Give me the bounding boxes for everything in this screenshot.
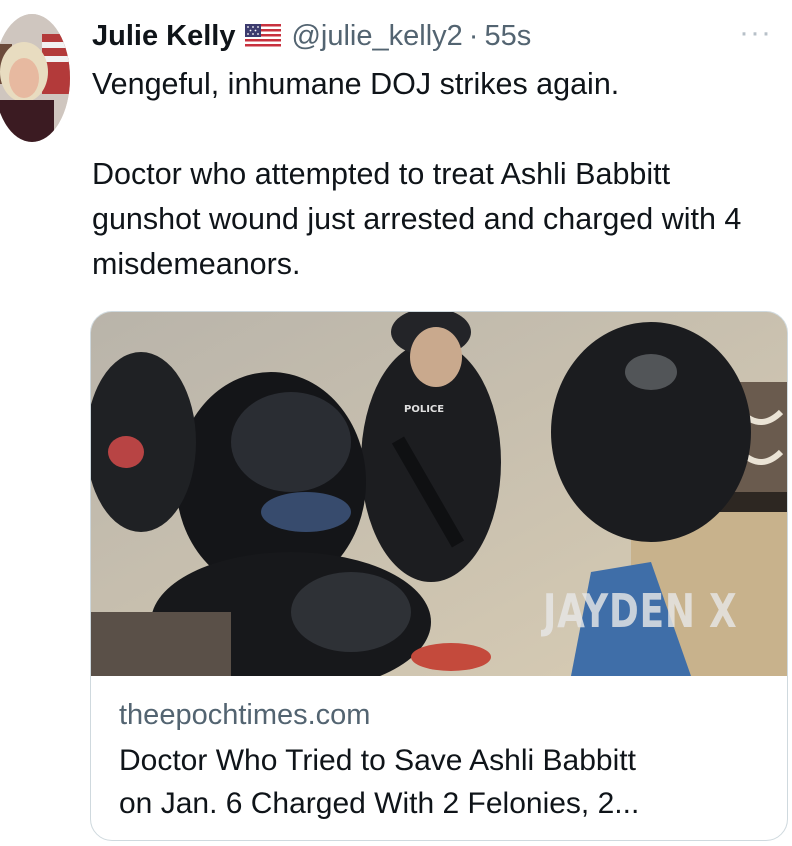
author-display-name[interactable]: Julie Kelly [92, 20, 235, 53]
link-card-title: Doctor Who Tried to Save Ashli Babbitt o… [119, 739, 767, 825]
tweet-text: Vengeful, inhumane DOJ strikes again. Do… [92, 62, 772, 287]
tweet-header: Julie Kelly @julie_kelly2 · 55s [92, 14, 531, 58]
link-card[interactable]: POLICE JAYDEN X theepochtimes.com Doctor… [90, 311, 788, 841]
tweet[interactable]: Julie Kelly @julie_kelly2 · 55s ··· Veng… [0, 0, 792, 846]
more-horizontal-icon[interactable]: ··· [739, 18, 772, 48]
image-watermark: JAYDEN X [543, 584, 738, 638]
link-card-title-line-2: on Jan. 6 Charged With 2 Felonies, 2... [119, 787, 640, 820]
tweet-text-line-1: Vengeful, inhumane DOJ strikes again. [92, 67, 620, 101]
header-separator: · [468, 19, 479, 52]
police-vest-label: POLICE [404, 404, 444, 415]
author-handle[interactable]: @julie_kelly2 [291, 20, 462, 53]
tweet-timestamp[interactable]: 55s [484, 20, 531, 53]
link-card-title-line-1: Doctor Who Tried to Save Ashli Babbitt [119, 744, 636, 777]
tweet-text-line-2: Doctor who attempted to treat Ashli Babb… [92, 157, 742, 281]
us-flag-icon [245, 24, 282, 48]
link-card-domain: theepochtimes.com [119, 699, 371, 731]
link-card-body[interactable]: theepochtimes.com Doctor Who Tried to Sa… [119, 695, 767, 825]
link-card-image[interactable]: POLICE JAYDEN X [91, 312, 787, 676]
avatar[interactable] [0, 14, 70, 142]
